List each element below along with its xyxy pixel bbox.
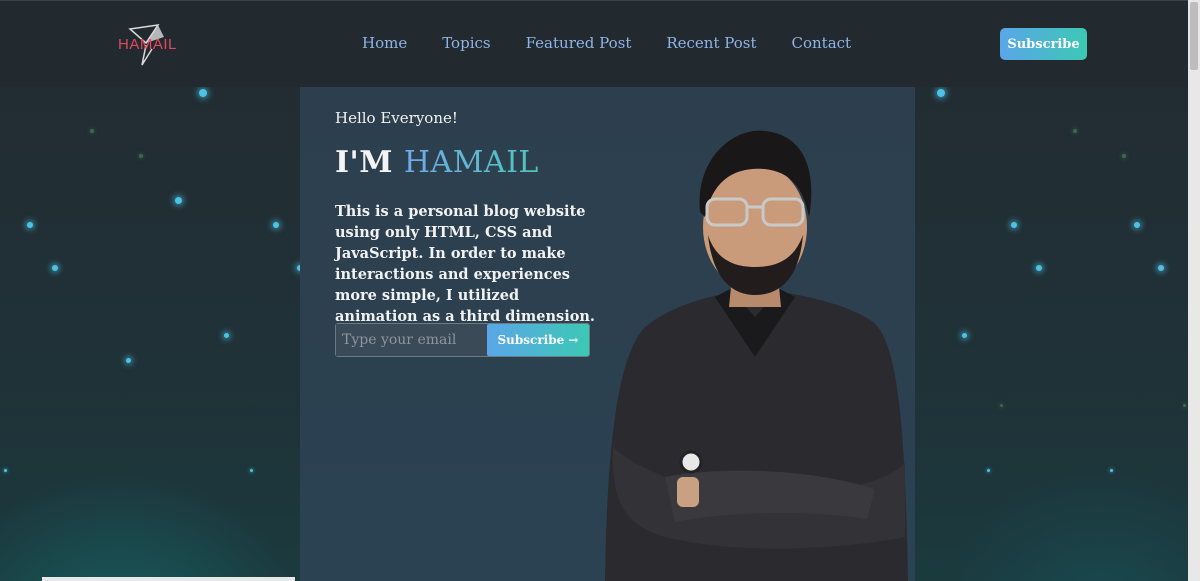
particle [4,469,7,472]
portrait-image [605,130,908,581]
particle [52,265,58,271]
particle [1183,404,1186,407]
particle [1110,469,1113,472]
horizontal-scrollbar[interactable] [42,577,295,581]
nav-home[interactable]: Home [362,34,407,52]
particle [1000,404,1003,407]
particle [27,222,33,228]
particle [250,469,253,472]
hero-card: Hello Everyone! I'M HAMAIL This is a per… [300,87,915,581]
main-nav: Home Topics Featured Post Recent Post Co… [362,34,851,52]
particle [987,469,990,472]
particle [962,333,967,338]
particle [1073,129,1077,133]
particle [937,89,945,97]
particle [273,222,279,228]
nav-topics[interactable]: Topics [442,34,490,52]
particle [175,197,182,204]
particle [90,129,94,133]
particle [139,154,143,158]
subscribe-form: Subscribe → [335,323,590,357]
hero-title-prefix: I'M [335,145,404,180]
scrollbar-thumb[interactable] [1190,2,1198,70]
hero-description: This is a personal blog website using on… [335,203,595,325]
particle [1122,154,1126,158]
particle [1134,222,1140,228]
hero-title: I'M HAMAIL [335,145,539,180]
header-subscribe-button[interactable]: Subscribe [1000,28,1087,60]
particle [199,89,207,97]
site-header: HAMAIL Home Topics Featured Post Recent … [0,0,1200,87]
vertical-scrollbar[interactable] [1188,0,1200,581]
hero-subscribe-button[interactable]: Subscribe → [487,324,589,356]
hero-greeting: Hello Everyone! [335,109,458,127]
nav-recent-post[interactable]: Recent Post [666,34,756,52]
particle [1036,265,1042,271]
nav-featured-post[interactable]: Featured Post [526,34,632,52]
nav-contact[interactable]: Contact [792,34,852,52]
particle [224,333,229,338]
logo[interactable]: HAMAIL [118,23,180,67]
hero-title-name: HAMAIL [403,145,539,180]
particle [126,358,131,363]
particle [1158,265,1164,271]
email-input[interactable] [336,324,487,356]
particle [1011,222,1017,228]
logo-text: HAMAIL [118,36,177,53]
